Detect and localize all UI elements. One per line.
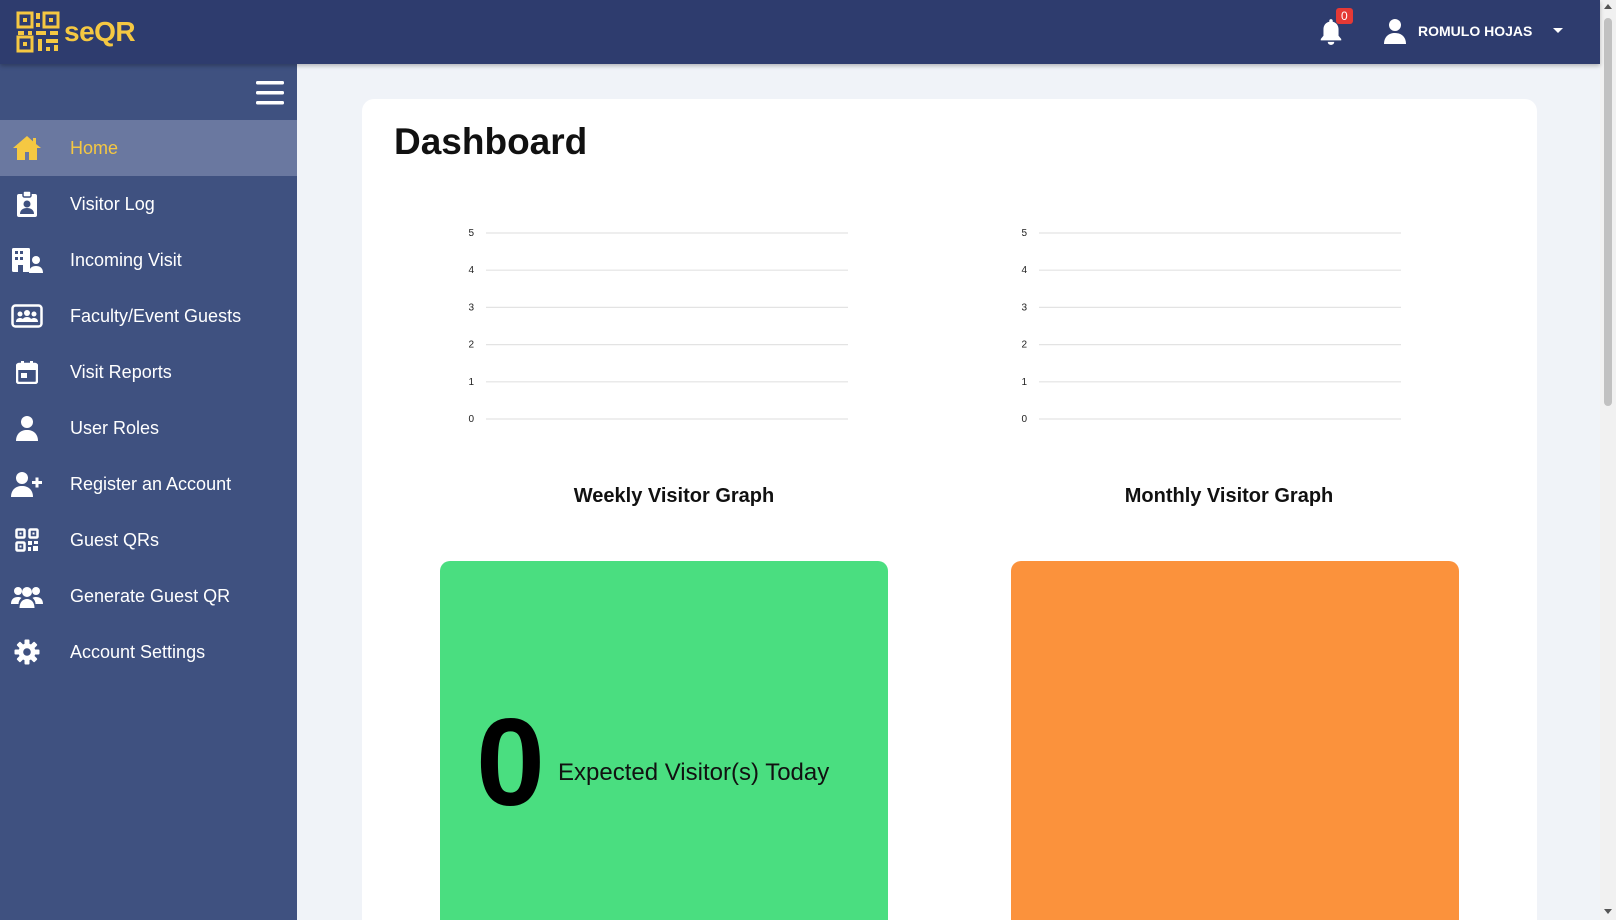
hamburger-menu-icon[interactable]: [256, 80, 284, 106]
sidebar-item-incoming-visit[interactable]: Incoming Visit: [0, 232, 297, 288]
clipboard-user-icon: [0, 176, 70, 232]
monthly-chart-title: Monthly Visitor Graph: [1124, 485, 1334, 507]
dashboard-card: Dashboard 0 1 2 3 4 5 Weekly Visitor Graph 0 1…: [362, 99, 1537, 920]
sidebar-item-visit-reports[interactable]: Visit Reports: [0, 344, 297, 400]
weekly-visitor-chart: 0 1 2 3 4 5: [468, 228, 848, 425]
qrcode-icon: [0, 512, 70, 568]
calendar-icon: [0, 344, 70, 400]
user-icon: [0, 400, 70, 456]
orange-stat-card: [1011, 561, 1459, 920]
app-name: seQR: [64, 16, 136, 47]
page-title: Dashboard: [394, 121, 588, 162]
sidebar-item-guest-qrs[interactable]: Guest QRs: [0, 512, 297, 568]
sidebar-item-label: Incoming Visit: [70, 249, 182, 270]
sidebar-nav: Home Visitor Log Incoming Visit Faculty/…: [0, 120, 297, 680]
home-icon: [0, 120, 70, 176]
y-tick-label: 4: [1021, 265, 1027, 276]
top-navbar: seQR 0 ROMULO HOJAS: [0, 0, 1600, 64]
rectangle-users-icon: [0, 288, 70, 344]
sidebar-item-label: Home: [70, 137, 119, 158]
page-scrollbar[interactable]: [1600, 0, 1616, 920]
notification-badge: 0: [1336, 8, 1353, 24]
sidebar-item-label: Register an Account: [70, 473, 232, 494]
sidebar-item-register-account[interactable]: Register an Account: [0, 456, 297, 512]
expected-visitors-count: 0: [476, 694, 545, 832]
gear-icon: [0, 624, 70, 680]
y-tick-label: 1: [1021, 377, 1027, 388]
user-avatar-icon: [1384, 19, 1406, 44]
building-user-icon: [0, 232, 70, 288]
sidebar-item-home[interactable]: Home: [0, 120, 297, 176]
y-tick-label: 0: [468, 414, 474, 425]
y-tick-label: 1: [468, 377, 474, 388]
weekly-chart-title: Weekly Visitor Graph: [573, 485, 775, 507]
sidebar-item-generate-guest-qr[interactable]: Generate Guest QR: [0, 568, 297, 624]
scrollbar-thumb[interactable]: [1604, 18, 1612, 406]
sidebar-item-label: Guest QRs: [70, 529, 160, 550]
sidebar: Home Visitor Log Incoming Visit Faculty/…: [0, 64, 297, 920]
y-tick-label: 3: [1021, 302, 1027, 313]
user-menu[interactable]: ROMULO HOJAS: [1384, 18, 1564, 44]
y-tick-label: 3: [468, 302, 474, 313]
monthly-visitor-chart: 0 1 2 3 4 5: [1021, 228, 1401, 425]
user-name: ROMULO HOJAS: [1418, 23, 1533, 39]
expected-visitors-card: 0 Expected Visitor(s) Today: [440, 561, 888, 920]
app-logo[interactable]: seQR: [16, 11, 136, 53]
sidebar-item-label: Visit Reports: [70, 361, 172, 382]
users-icon: [0, 568, 70, 624]
y-tick-label: 2: [468, 340, 474, 351]
y-tick-label: 2: [1021, 340, 1027, 351]
sidebar-item-label: Generate Guest QR: [70, 585, 231, 606]
y-tick-label: 5: [468, 228, 474, 239]
sidebar-item-label: Visitor Log: [70, 193, 155, 214]
sidebar-item-label: Account Settings: [70, 641, 206, 662]
y-tick-label: 4: [468, 265, 474, 276]
y-tick-label: 5: [1021, 228, 1027, 239]
scroll-up-arrow-icon[interactable]: [1604, 4, 1612, 9]
sidebar-item-user-roles[interactable]: User Roles: [0, 400, 297, 456]
sidebar-item-label: User Roles: [70, 417, 160, 438]
sidebar-item-faculty-event-guests[interactable]: Faculty/Event Guests: [0, 288, 297, 344]
user-plus-icon: [0, 456, 70, 512]
y-tick-label: 0: [1021, 414, 1027, 425]
sidebar-item-visitor-log[interactable]: Visitor Log: [0, 176, 297, 232]
scroll-down-arrow-icon[interactable]: [1604, 909, 1612, 914]
sidebar-item-label: Faculty/Event Guests: [70, 305, 242, 326]
expected-visitors-label: Expected Visitor(s) Today: [558, 759, 830, 786]
qr-logo-icon: [16, 11, 60, 53]
caret-down-icon: [1553, 28, 1564, 33]
sidebar-item-account-settings[interactable]: Account Settings: [0, 624, 297, 680]
